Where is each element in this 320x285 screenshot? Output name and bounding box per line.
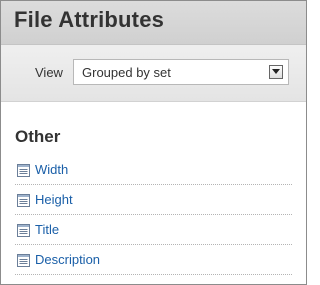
attribute-item-width[interactable]: Width xyxy=(15,155,292,185)
view-select-value: Grouped by set xyxy=(82,65,171,80)
view-select[interactable]: Grouped by set xyxy=(73,59,289,85)
file-attributes-panel: File Attributes View Grouped by set Othe… xyxy=(0,0,307,285)
panel-header: File Attributes View Grouped by set xyxy=(1,1,306,102)
attribute-link[interactable]: Title xyxy=(35,222,59,237)
document-icon xyxy=(17,164,30,177)
section-title: Other xyxy=(15,127,61,146)
attribute-item-description[interactable]: Description xyxy=(15,245,292,275)
attribute-link[interactable]: Width xyxy=(35,162,68,177)
title-band: File Attributes xyxy=(1,1,306,45)
document-icon xyxy=(17,194,30,207)
attribute-item-title[interactable]: Title xyxy=(15,215,292,245)
view-label: View xyxy=(35,65,63,80)
attribute-link[interactable]: Height xyxy=(35,192,73,207)
chevron-down-icon[interactable] xyxy=(269,65,283,79)
attribute-link[interactable]: Description xyxy=(35,252,100,267)
page-title: File Attributes xyxy=(14,7,165,32)
attribute-list: Width Height Title Description xyxy=(15,155,292,275)
attribute-item-height[interactable]: Height xyxy=(15,185,292,215)
document-icon xyxy=(17,224,30,237)
document-icon xyxy=(17,254,30,267)
